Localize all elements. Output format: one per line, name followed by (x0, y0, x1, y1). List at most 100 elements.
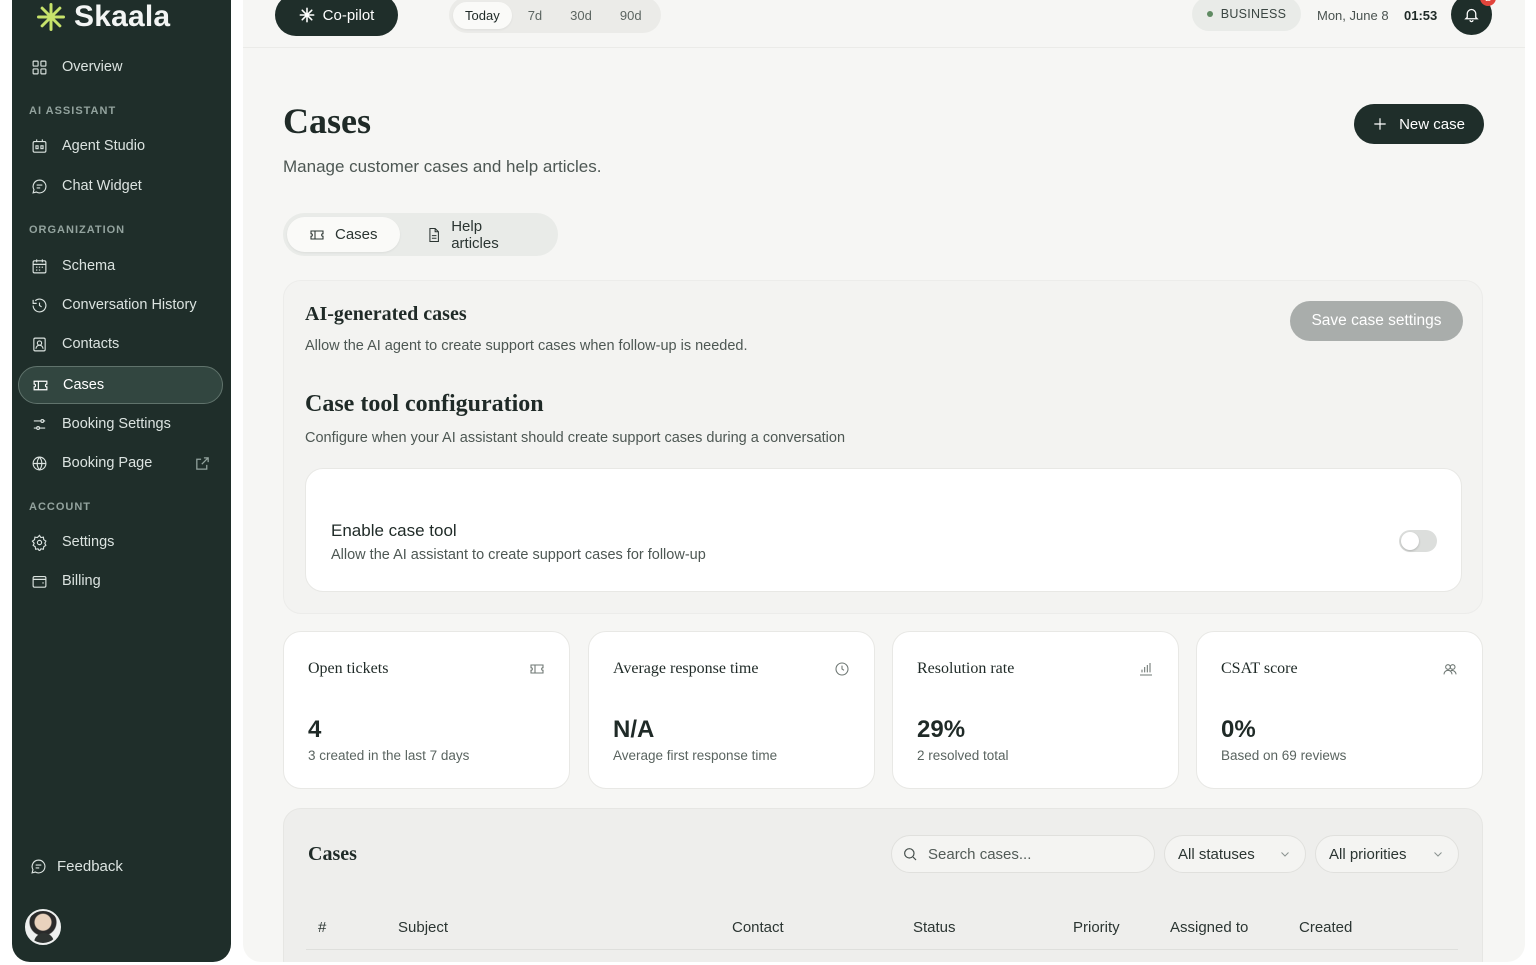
notification-count-badge: 2 (1480, 0, 1496, 6)
sidebar-item-cases[interactable]: Cases (18, 366, 223, 404)
range-7d[interactable]: 7d (516, 2, 554, 29)
column-header-number[interactable]: # (318, 919, 326, 936)
copilot-label: Co-pilot (322, 6, 375, 24)
page-title: Cases (283, 101, 371, 141)
enable-case-tool-title: Enable case tool (331, 521, 457, 540)
section-ai-assistant: AI ASSISTANT (29, 105, 117, 117)
sidebar-item-schema[interactable]: Schema (18, 247, 223, 285)
feedback-button[interactable]: Feedback (30, 858, 123, 875)
sidebar-item-settings[interactable]: Settings (18, 523, 223, 561)
sidebar-item-agent-studio[interactable]: Agent Studio (18, 127, 223, 165)
sidebar-item-contacts[interactable]: Contacts (18, 325, 223, 363)
status-filter-value: All statuses (1178, 845, 1255, 863)
sidebar-item-label: Booking Page (62, 455, 153, 471)
asterisk-logo-icon (37, 3, 65, 31)
stat-card-csat-score: CSAT score 0% Based on 69 reviews (1196, 631, 1483, 789)
sidebar-item-label: Contacts (62, 336, 120, 352)
sidebar-item-label: Cases (63, 377, 105, 393)
stat-card-average-response-time: Average response time N/A Average first … (588, 631, 875, 789)
case-settings-card: AI-generated cases Allow the AI agent to… (283, 280, 1483, 614)
range-90d[interactable]: 90d (608, 2, 654, 29)
contact-book-icon (33, 337, 46, 351)
enable-case-tool-toggle[interactable] (1399, 530, 1437, 552)
plan-label: BUSINESS (1220, 7, 1287, 21)
column-header-created[interactable]: Created (1299, 919, 1352, 936)
globe-icon (32, 456, 47, 470)
calendar-icon (32, 258, 47, 273)
sidebar-item-booking-page[interactable]: Booking Page (18, 444, 223, 482)
case-tool-title: Case tool configuration (305, 391, 544, 417)
plan-badge: BUSINESS (1192, 0, 1301, 31)
view-tabs: Cases Help articles (283, 213, 558, 256)
stat-title: Resolution rate (917, 660, 1015, 677)
column-header-priority[interactable]: Priority (1073, 919, 1120, 936)
notifications-button[interactable]: 2 (1451, 0, 1496, 35)
search-field[interactable] (891, 835, 1155, 873)
stat-subtitle: Average first response time (613, 748, 778, 763)
new-case-button[interactable]: New case (1354, 104, 1484, 144)
sidebar-item-label: Chat Widget (62, 178, 142, 194)
sidebar-item-chat-widget[interactable]: Chat Widget (18, 167, 223, 205)
chevron-down-icon (1434, 852, 1442, 857)
column-header-subject[interactable]: Subject (398, 919, 448, 936)
stat-value: 29% (917, 716, 966, 743)
sidebar-item-label: Agent Studio (62, 138, 146, 154)
grid-icon (32, 60, 47, 74)
status-filter-select[interactable]: All statuses (1164, 835, 1306, 873)
save-case-settings-button[interactable]: Save case settings (1290, 301, 1463, 341)
cases-table-title: Cases (308, 843, 357, 865)
bar-chart-icon (1140, 663, 1152, 676)
enable-case-tool-subtitle: Allow the AI assistant to create support… (331, 547, 706, 563)
sidebar-item-label: Schema (62, 258, 116, 274)
history-icon (32, 298, 47, 312)
clock-icon (835, 662, 849, 676)
wallet-icon (32, 575, 47, 588)
range-today[interactable]: Today (453, 1, 512, 29)
stat-title: Open tickets (308, 660, 389, 677)
chat-bubble-icon (31, 859, 46, 874)
tab-help-articles[interactable]: Help articles (404, 217, 554, 252)
sidebar-item-label: Billing (62, 573, 101, 589)
new-case-label: New case (1399, 115, 1465, 133)
sliders-icon (33, 418, 46, 430)
search-icon (904, 848, 917, 861)
section-account: ACCOUNT (29, 501, 91, 513)
tab-cases[interactable]: Cases (287, 217, 400, 252)
copilot-button[interactable]: Co-pilot (275, 0, 398, 36)
stat-value: N/A (613, 716, 655, 743)
ai-cases-subtitle: Allow the AI agent to create support cas… (305, 338, 748, 354)
column-header-contact[interactable]: Contact (732, 919, 784, 936)
priority-filter-select[interactable]: All priorities (1315, 835, 1459, 873)
current-date: Mon, June 8 (1317, 8, 1389, 23)
sidebar-item-label: Conversation History (62, 297, 197, 313)
user-avatar[interactable] (25, 909, 61, 945)
stat-card-resolution-rate: Resolution rate 29% 2 resolved total (892, 631, 1179, 789)
stat-value: 4 (308, 716, 322, 743)
ticket-icon (310, 229, 324, 240)
tab-label: Cases (335, 226, 378, 243)
ticket-icon (530, 664, 544, 674)
brand-logo[interactable]: Skaala (36, 0, 170, 34)
enable-case-tool-row: Enable case tool Allow the AI assistant … (305, 468, 1462, 592)
sidebar-item-booking-settings[interactable]: Booking Settings (18, 405, 223, 443)
tab-label: Help articles (451, 217, 499, 252)
asterisk-icon (299, 7, 315, 23)
feedback-label: Feedback (57, 858, 123, 875)
sidebar: Skaala Overview AI ASSISTANT Agent Studi… (12, 0, 231, 962)
stat-title: Average response time (613, 660, 759, 677)
search-input[interactable] (928, 845, 1128, 863)
sidebar-item-billing[interactable]: Billing (18, 562, 223, 600)
sidebar-item-overview[interactable]: Overview (18, 48, 223, 86)
gear-icon (31, 534, 47, 551)
plus-icon (1374, 118, 1386, 130)
robot-icon (32, 138, 47, 153)
ticket-icon (33, 380, 48, 390)
column-header-assigned-to[interactable]: Assigned to (1170, 919, 1248, 936)
column-header-status[interactable]: Status (913, 919, 956, 936)
chevron-down-icon (1281, 852, 1289, 857)
range-30d[interactable]: 30d (558, 2, 604, 29)
cases-table-card: Cases All statuses All priorities # Subj… (283, 808, 1483, 962)
ai-cases-title: AI-generated cases (305, 303, 467, 325)
sidebar-item-conversation-history[interactable]: Conversation History (18, 286, 223, 324)
case-tool-subtitle: Configure when your AI assistant should … (305, 430, 846, 446)
